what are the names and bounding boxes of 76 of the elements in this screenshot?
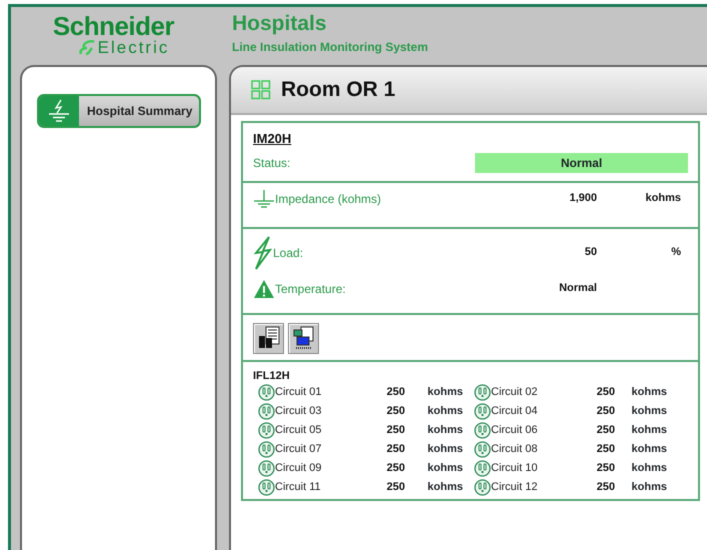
circuit-unit: kohms	[426, 442, 463, 458]
reading-value: Normal	[558, 281, 597, 296]
circuit-value: 250	[386, 480, 405, 496]
circuit-name: Circuit 06	[491, 423, 538, 438]
warning-icon	[253, 278, 275, 298]
circuit-unit: kohms	[630, 480, 667, 496]
room-title: Room OR 1	[281, 77, 396, 104]
circuit-unit: kohms	[426, 385, 463, 400]
circuit-value: 250	[596, 480, 615, 496]
circuit-unit: kohms	[426, 423, 463, 438]
outlet-icon	[258, 422, 275, 439]
circuit-name: Circuit 01	[275, 385, 322, 400]
circuit-unit: kohms	[426, 461, 463, 476]
status-value: Normal	[475, 152, 688, 172]
circuit-value: 250	[596, 461, 615, 476]
report-search-icon	[256, 326, 280, 350]
circuit-name: Circuit 08	[491, 442, 538, 458]
outlet-icon	[258, 479, 275, 496]
outlet-icon	[258, 403, 275, 420]
circuit-value: 250	[386, 404, 405, 420]
nav-button[interactable]: Hospital Summary	[37, 94, 201, 128]
outlet-icon	[474, 460, 491, 477]
circuit-name: Circuit 03	[275, 404, 322, 420]
outlet-icon	[474, 479, 491, 496]
outlet-icon	[474, 441, 491, 458]
outlet-icon	[258, 384, 275, 401]
ground-lightning-icon	[39, 96, 79, 126]
reading-value: 50	[584, 245, 597, 260]
outlet-icon	[474, 384, 491, 401]
ground-icon	[253, 188, 275, 208]
circuit-unit: kohms	[630, 442, 667, 458]
circuit-unit: kohms	[630, 423, 667, 438]
logo-subtitle: Electric	[98, 39, 170, 56]
circuit-value: 250	[386, 461, 405, 476]
logo-name: Schneider	[52, 13, 174, 39]
circuit-name: Circuit 12	[491, 480, 538, 496]
reading-label: Load:	[273, 244, 304, 262]
status-label: Status:	[253, 154, 290, 172]
circuit-name: Circuit 04	[491, 404, 538, 420]
circuit-unit: kohms	[630, 404, 667, 420]
circuit-unit: kohms	[426, 480, 463, 496]
reading-unit: %	[670, 245, 681, 260]
grid-icon	[251, 80, 271, 100]
reading-label: Impedance (kohms)	[275, 190, 382, 208]
reading-label: Temperature:	[275, 280, 346, 298]
circuit-unit: kohms	[426, 404, 463, 420]
circuit-value: 250	[386, 385, 405, 400]
circuit-value: 250	[596, 404, 615, 420]
report-search-button[interactable]	[253, 322, 284, 354]
outlet-icon	[258, 441, 275, 458]
outlet-icon	[258, 460, 275, 477]
circuit-name: Circuit 11	[275, 480, 322, 496]
circuit-value: 250	[596, 442, 615, 458]
outlet-icon	[474, 403, 491, 420]
circuit-unit: kohms	[630, 385, 667, 400]
app-subtitle: Line Insulation Monitoring System	[232, 39, 428, 56]
reading-value: 1,900	[568, 191, 597, 206]
computer-icon	[292, 326, 316, 350]
circuit-value: 250	[596, 385, 615, 400]
outlet-icon	[474, 422, 491, 439]
circuit-value: 250	[386, 442, 405, 458]
lightning-icon	[253, 236, 273, 270]
circuit-name: Circuit 05	[275, 423, 322, 438]
reading-unit: kohms	[644, 191, 681, 206]
circuit-name: Circuit 07	[275, 442, 322, 458]
circuit-value: 250	[596, 423, 615, 438]
circuit-value: 250	[386, 423, 405, 438]
circuit-name: Circuit 02	[491, 385, 538, 400]
logo-icon	[78, 40, 96, 56]
circuit-name: Circuit 09	[275, 461, 322, 476]
app-title: Hospitals	[232, 13, 328, 35]
circuit-group-title: IFL12H	[253, 368, 291, 384]
circuit-unit: kohms	[630, 461, 667, 476]
circuit-name: Circuit 10	[491, 461, 538, 476]
computer-button[interactable]	[288, 322, 319, 354]
device-name: IM20H	[253, 130, 292, 148]
